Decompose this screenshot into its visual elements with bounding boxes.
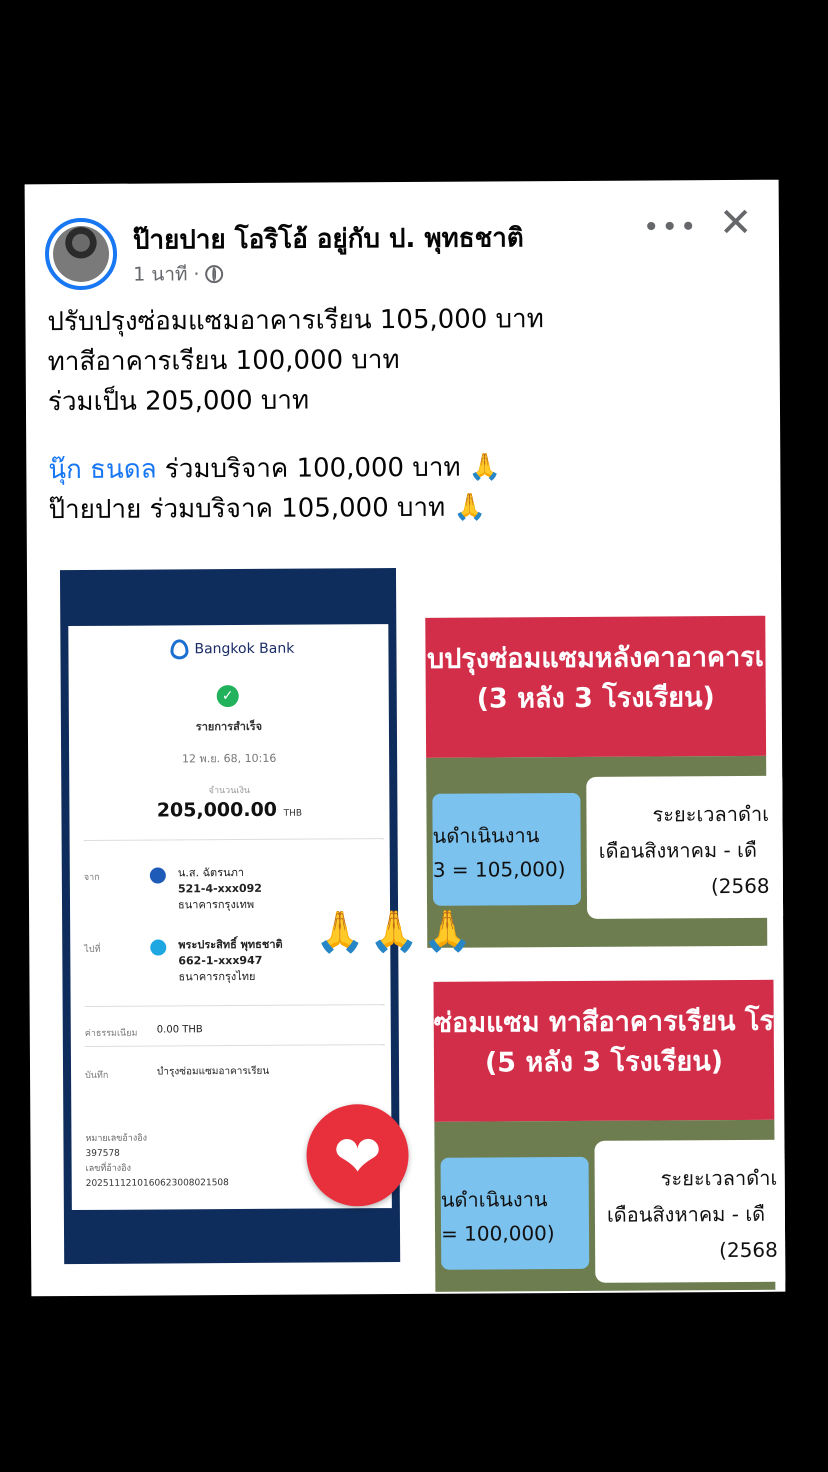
bank-logo-icon (170, 639, 189, 660)
project-info-area: นดำเนินงาน = 100,000) ระยะเวลาดำเ เดือนส… (434, 1119, 786, 1292)
project-title-banner: บปรุงซ่อมแซมหลังคาอาคารเ (3 หลัง 3 โรงเร… (425, 615, 767, 758)
post-card: ป๊ายปาย โอริโอ้ อยู่กับ ป. พุทธชาติ 1 นา… (24, 179, 786, 1297)
post-body: ปรับปรุงซ่อมแซมอาคารเรียน 105,000 บาท ทา… (47, 299, 545, 530)
amount-label: จำนวนเงิน (208, 785, 251, 797)
project-title-banner: ซ่อมแซม ทาสีอาคารเรียน โร (5 หลัง 3 โรงเ… (433, 979, 775, 1122)
reference-block: หมายเลขอ้างอิง 397578 เลขที่อ้างอิง 2025… (85, 1133, 229, 1189)
avatar-image (52, 225, 110, 283)
note-label: บันทึก (85, 1070, 109, 1081)
ktb-bank-icon (150, 939, 167, 956)
praying-hands-sticker: 🙏🙏🙏 (315, 908, 477, 956)
divider (84, 1044, 385, 1047)
fee-value: 0.00 THB (156, 1024, 203, 1036)
budget-box: นดำเนินงาน 3 = 105,000) (432, 792, 582, 906)
heart-reaction-icon[interactable]: ❤ (306, 1103, 409, 1207)
to-label: ไปที่ (84, 944, 101, 955)
project-image-1[interactable]: บปรุงซ่อมแซมหลังคาอาคารเ (3 หลัง 3 โรงเร… (425, 615, 786, 948)
receipt-status: รายการสำเร็จ (195, 719, 263, 734)
donation-line-2: ป๊ายปาย ร่วมบริจาค 105,000 บาท 🙏 (48, 487, 545, 530)
period-box: ระยะเวลาดำเ เดือนสิงหาคม - เดื (2568 (586, 775, 786, 919)
post-time[interactable]: 1 นาที (133, 259, 187, 289)
bangkok-bank-logo: Bangkok Bank (170, 639, 294, 660)
pray-icon: 🙏 (453, 492, 486, 523)
post-line: ร่วมเป็น 205,000 บาท (47, 385, 310, 418)
donation-line-1: นุ๊ก ธนดล ร่วมบริจาค 100,000 บาท 🙏 (48, 447, 545, 490)
from-label: จาก (83, 872, 100, 883)
author-name[interactable]: ป๊ายปาย โอริโอ้ อยู่กับ ป. พุทธชาติ (133, 217, 524, 260)
period-box: ระยะเวลาดำเ เดือนสิงหาคม - เดื (2568 (594, 1139, 786, 1283)
budget-box: นดำเนินงาน = 100,000) (440, 1156, 590, 1270)
project-info-area: นดำเนินงาน 3 = 105,000) ระยะเวลาดำเ เดือ… (426, 755, 786, 948)
fee-label: ค่าธรรมเนียม (84, 1028, 138, 1039)
pray-icon: 🙏 (468, 452, 502, 483)
receipt-datetime: 12 พ.ย. 68, 10:16 (181, 751, 277, 766)
bbl-bank-icon (149, 867, 166, 884)
more-options-icon[interactable]: ••• (643, 210, 699, 243)
avatar[interactable] (44, 217, 118, 291)
globe-icon (205, 265, 224, 284)
to-details: พระประสิทธิ์ พุทธชาติ 662-1-xxx947 ธนาคา… (178, 937, 283, 984)
from-details: น.ส. ฉัตรนภา 521-4-xxx092 ธนาคารกรุงเทพ (177, 865, 262, 912)
amount: 205,000.00 THB (156, 798, 303, 822)
close-icon[interactable]: ✕ (719, 200, 753, 246)
divider (84, 1004, 385, 1007)
success-check-icon: ✓ (216, 685, 239, 708)
post-meta: 1 นาที · (133, 259, 224, 290)
divider (83, 838, 384, 841)
note-value: บำรุงซ่อมแซมอาคารเรียน (157, 1065, 270, 1078)
post-line: ทาสีอาคารเรียน 100,000 บาท (47, 345, 400, 378)
mention-link[interactable]: นุ๊ก ธนดล (48, 455, 156, 486)
project-image-2[interactable]: ซ่อมแซม ทาสีอาคารเรียน โร (5 หลัง 3 โรงเ… (433, 979, 786, 1292)
post-line: ปรับปรุงซ่อมแซมอาคารเรียน 105,000 บาท (47, 304, 544, 338)
